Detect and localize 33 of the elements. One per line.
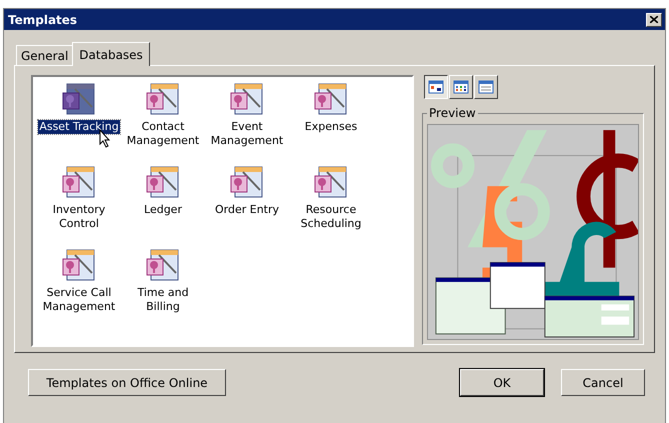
database-template-icon	[229, 81, 265, 117]
window-title: Templates	[8, 12, 78, 26]
view-button[interactable]	[424, 75, 448, 99]
template-label[interactable]: Ledger	[143, 203, 183, 217]
template-label[interactable]: Inventory Control	[37, 203, 121, 231]
template-label[interactable]: Asset Tracking	[38, 120, 120, 134]
database-template-icon	[61, 81, 97, 117]
list-view-icon	[453, 80, 469, 94]
database-template-icon	[229, 164, 265, 200]
template-label[interactable]: Contact Management	[121, 120, 205, 148]
database-template-icon	[313, 81, 349, 117]
cancel-button[interactable]: Cancel	[561, 369, 645, 396]
close-icon	[650, 16, 658, 23]
database-template-icon	[145, 81, 181, 117]
large-icons-view-icon	[428, 80, 444, 94]
ok-button[interactable]: OK	[460, 369, 544, 396]
online-templates-button[interactable]: Templates on Office Online	[28, 369, 226, 396]
template-label[interactable]: Time and Billing	[121, 286, 205, 314]
template-label[interactable]: Service Call Management	[37, 286, 121, 314]
database-template-icon	[61, 164, 97, 200]
template-label[interactable]: Event Management	[205, 120, 289, 148]
database-template-icon	[61, 247, 97, 283]
close-button[interactable]	[646, 12, 662, 26]
database-template-icon	[145, 247, 181, 283]
template-label[interactable]: Expenses	[304, 120, 358, 134]
tab[interactable]: Databases	[72, 42, 150, 66]
database-template-icon	[145, 164, 181, 200]
preview-label: Preview	[427, 106, 478, 120]
tab[interactable]: General	[16, 45, 74, 65]
template-label[interactable]: Order Entry	[214, 203, 280, 217]
details-view-icon	[478, 80, 494, 94]
template-label[interactable]: Resource Scheduling	[289, 203, 373, 231]
database-template-icon	[313, 164, 349, 200]
